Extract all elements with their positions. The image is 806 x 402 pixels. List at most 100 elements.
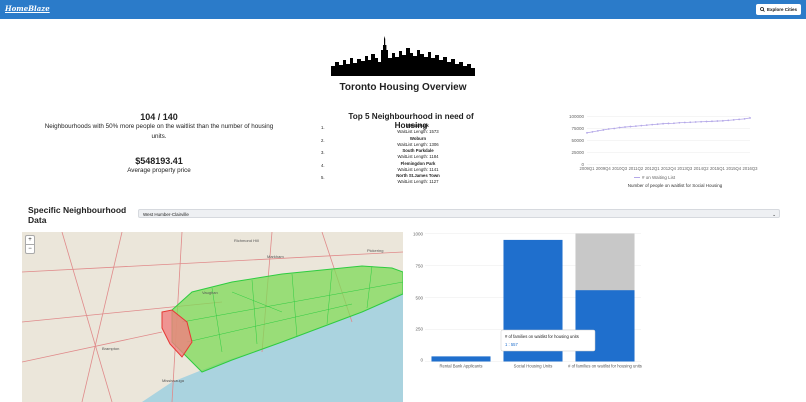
list-item: 3. South Parkdale WaitList Length: 1184 <box>318 148 518 161</box>
x-tick-label: Social Housing Units <box>514 364 553 369</box>
data-point[interactable] <box>673 122 675 125</box>
waitlist-line-chart: 100000 75000 50000 25000 0 2009Q1 2009Q4 2… <box>569 114 759 188</box>
map-label: Pickering <box>367 248 383 253</box>
list-item: 5. North St.James Town WaitList Length: … <box>318 173 518 186</box>
list-item: 4. Flemingdon Park WaitList Length: 1141 <box>318 161 518 174</box>
waitlist-ratio-stat: 104 / 140 Neighbourhoods with 50% more p… <box>40 112 278 142</box>
y-tick-label: 750 <box>415 264 423 269</box>
neighbourhood-name: Moss Park <box>407 123 429 128</box>
map-canvas: Vaughan Richmond Hill Markham Brampton M… <box>22 232 403 402</box>
data-point[interactable] <box>727 119 730 122</box>
data-point[interactable] <box>624 126 626 128</box>
data-point[interactable] <box>602 129 605 131</box>
data-point[interactable] <box>640 124 643 127</box>
data-point[interactable] <box>607 128 610 130</box>
data-point[interactable] <box>667 122 670 125</box>
data-point[interactable] <box>743 118 746 120</box>
section-title: Specific Neighbourhood Data <box>28 205 127 225</box>
neighbourhood-name: North St.James Town <box>396 173 440 178</box>
series-line <box>586 117 751 134</box>
data-point[interactable] <box>689 121 692 124</box>
data-point[interactable] <box>700 120 702 123</box>
chevron-down-icon: ⌄ <box>772 212 776 217</box>
map-label: Richmond Hill <box>234 238 259 243</box>
price-description: Average property price <box>127 167 191 174</box>
data-point[interactable] <box>618 126 621 129</box>
data-point[interactable] <box>749 117 751 119</box>
data-point[interactable] <box>586 131 588 134</box>
map-label: Markham <box>267 254 284 259</box>
housing-bar-chart: 1000 750 500 250 0 Rental Bank Applicant… <box>413 232 642 369</box>
x-tick-label: 2012Q4 <box>661 166 677 171</box>
map-label: Mississauga <box>162 378 185 383</box>
waitlist-length: WaitList Length: 1141 <box>397 166 439 172</box>
explore-cities-button[interactable]: Explore Cities <box>755 4 801 15</box>
data-point[interactable] <box>705 120 708 123</box>
data-point[interactable] <box>662 122 664 125</box>
zoom-out-button[interactable]: − <box>26 244 34 253</box>
data-point[interactable] <box>678 121 681 124</box>
zoom-controls: + − <box>25 235 35 254</box>
data-point[interactable] <box>711 120 713 123</box>
x-tick-label: 2016Q3 <box>743 166 759 171</box>
data-point[interactable] <box>591 130 594 133</box>
x-tick-label: 2015Q4 <box>726 166 742 171</box>
neighbourhood-map[interactable]: Vaughan Richmond Hill Markham Brampton M… <box>22 232 403 402</box>
price-value: $548193.41 <box>135 156 183 166</box>
data-point[interactable] <box>721 119 724 122</box>
data-point[interactable] <box>732 118 735 121</box>
data-point[interactable] <box>629 125 632 128</box>
tooltip-title: # of families on waitlist for housing un… <box>505 334 579 339</box>
data-point[interactable] <box>645 124 648 127</box>
data-point[interactable] <box>738 118 741 121</box>
top5-list: 1. Moss Park WaitList Length: 1573 2. Wo… <box>318 123 518 186</box>
page-title: Toronto Housing Overview <box>339 82 467 93</box>
map-label: Vaughan <box>202 290 218 295</box>
x-tick-label: 2010Q3 <box>612 166 628 171</box>
waitlist-length: WaitList Length: 1127 <box>397 179 439 184</box>
x-tick-label: # of families on waitlist for housing un… <box>568 364 642 369</box>
zoom-in-button[interactable]: + <box>26 236 34 244</box>
x-tick-label: 2009Q1 <box>580 166 596 171</box>
x-tick-label: 2011Q2 <box>629 166 644 171</box>
app-logo[interactable]: HomeBlaze <box>5 4 50 13</box>
avg-price-stat: $548193.41 Average property price <box>40 156 278 176</box>
x-tick-label: 2013Q3 <box>677 166 693 171</box>
toronto-skyline-image <box>331 36 475 76</box>
bar-tooltip: # of families on waitlist for housing un… <box>500 329 596 352</box>
neighbourhood-name: South Parkdale <box>402 148 434 153</box>
y-tick-label: 75000 <box>571 126 584 131</box>
data-point[interactable] <box>613 127 616 130</box>
data-point[interactable] <box>694 121 697 123</box>
ratio-value: 104 / 140 <box>140 112 178 122</box>
x-tick-label: 2009Q4 <box>596 166 612 171</box>
bar[interactable] <box>431 356 491 362</box>
y-tick-label: 50000 <box>571 138 584 143</box>
waitlist-length: WaitList Length: 1306 <box>397 141 439 147</box>
neighbourhood-select[interactable]: West Humber-Clairville ⌄ <box>138 209 780 218</box>
data-point[interactable] <box>716 120 719 122</box>
y-tick-label: 25000 <box>571 150 584 155</box>
x-tick-label: 2014Q2 <box>694 166 710 171</box>
x-tick-label: Rental Bank Applicants <box>439 364 482 369</box>
selected-neighbourhood: West Humber-Clairville <box>143 212 189 217</box>
explore-cities-label: Explore Cities <box>766 7 797 12</box>
neighbourhood-name: Woburn <box>409 135 427 141</box>
data-point[interactable] <box>596 130 599 132</box>
y-tick-label: 0 <box>420 358 423 363</box>
y-tick-label: 250 <box>415 327 423 332</box>
ratio-description: Neighbourhoods with 50% more people on t… <box>44 123 274 140</box>
waitlist-length: WaitList Length: 1184 <box>397 154 439 159</box>
waitlist-length: WaitList Length: 1573 <box>397 129 439 134</box>
chart-caption: Number of people on waitlist for Social … <box>628 183 723 188</box>
y-tick-label: 1000 <box>413 232 424 237</box>
data-point[interactable] <box>683 121 686 124</box>
x-tick-label: 2015Q1 <box>710 166 726 171</box>
top-navbar: HomeBlaze Explore Cities <box>0 0 806 19</box>
data-point[interactable] <box>635 125 637 127</box>
map-label: Brampton <box>102 346 119 351</box>
data-point[interactable] <box>656 123 659 126</box>
list-item: 1. Moss Park WaitList Length: 1573 <box>318 123 518 136</box>
data-point[interactable] <box>651 123 654 126</box>
y-tick-label: 100000 <box>569 114 585 119</box>
